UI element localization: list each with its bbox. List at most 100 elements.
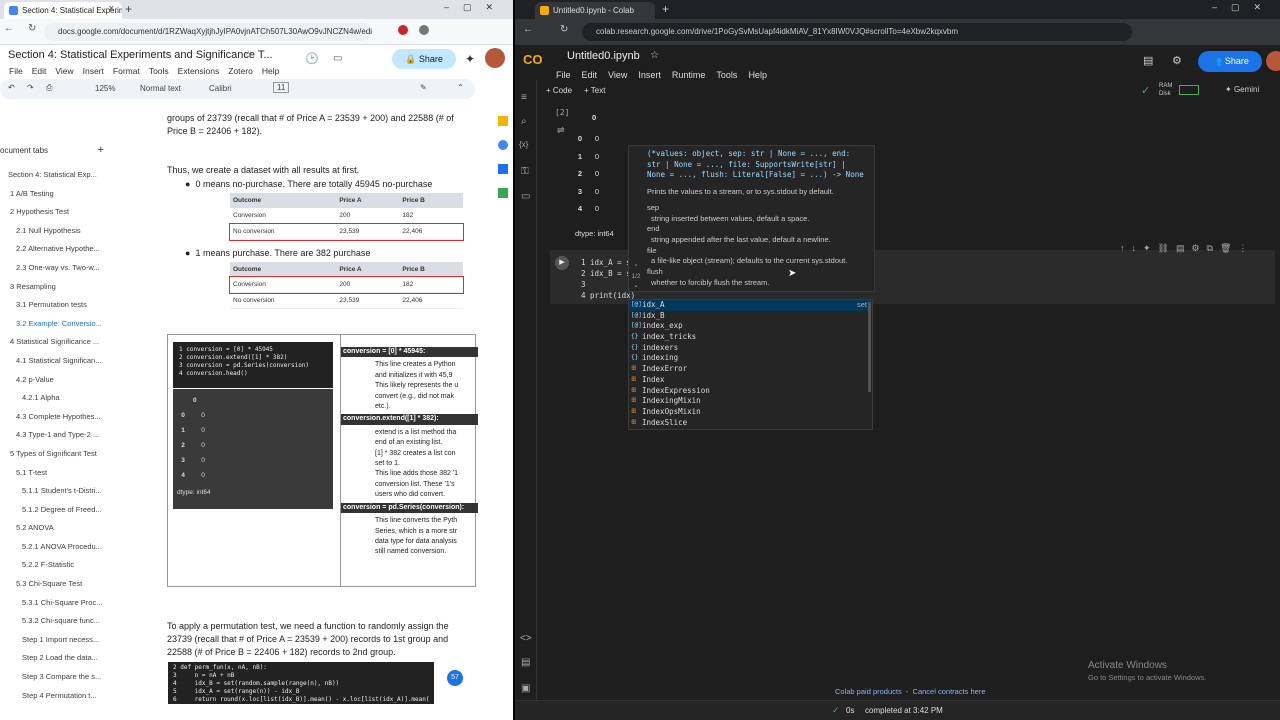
menu-edit[interactable]: Edit — [582, 70, 598, 80]
outline-item[interactable]: Section 4: Statistical Exp... — [0, 166, 118, 185]
run-cell-button[interactable]: ▶ — [555, 256, 569, 270]
menu-file[interactable]: File — [556, 70, 571, 80]
autocomplete-item[interactable]: [@] idx_A set — [629, 300, 872, 311]
share-button[interactable]: 👥 Share — [1198, 51, 1262, 72]
variables-icon[interactable]: {x} — [519, 140, 528, 149]
outline-item[interactable]: 4 Statistical Significance ... — [0, 333, 118, 352]
font-select[interactable]: Calibri — [209, 84, 232, 93]
reload-icon[interactable]: ↻ — [560, 24, 568, 35]
autocomplete-item[interactable]: [@] index_exp — [629, 321, 872, 332]
autocomplete-item[interactable]: ꕥ Index — [629, 375, 872, 386]
redo-icon[interactable]: ↷ — [27, 83, 34, 92]
outline-item[interactable]: 4.3 Type-1 and Type-2 ... — [0, 426, 118, 445]
menu-insert[interactable]: Insert — [638, 70, 661, 80]
code-snippets-icon[interactable]: <> — [520, 633, 532, 644]
new-tab-button[interactable]: + — [125, 2, 132, 16]
zoom-select[interactable]: 125% — [95, 84, 115, 93]
avatar[interactable] — [485, 48, 505, 68]
menu-edit[interactable]: Edit — [32, 66, 47, 76]
print-icon[interactable]: ⎙ — [46, 83, 52, 93]
add-text-button[interactable]: + Text — [584, 86, 605, 95]
address-bar[interactable]: colab.research.google.com/drive/1PoGySvM… — [582, 23, 1132, 41]
outline-item[interactable]: 2.2 Alternative Hypothe... — [0, 240, 118, 259]
style-select[interactable]: Normal text — [140, 84, 181, 93]
outline-item[interactable]: 5.3.1 Chi-Square Proc... — [0, 594, 118, 613]
outline-item[interactable]: 5.2.1 ANOVA Procedu... — [0, 538, 118, 557]
history-icon[interactable]: 🕑 — [305, 52, 319, 65]
window-controls[interactable]: –▢✕ — [444, 2, 507, 13]
output-actions-icon[interactable]: ⇌ — [557, 125, 565, 136]
outline-item[interactable]: 5.1.1 Student's t-Distri... — [0, 482, 118, 501]
menu-view[interactable]: View — [55, 66, 73, 76]
outline-item[interactable]: 5.3.2 Chi-square func... — [0, 612, 118, 631]
menu-insert[interactable]: Insert — [83, 66, 104, 76]
outline-item[interactable]: 3 Resampling — [0, 278, 118, 297]
outline-item[interactable]: 5.2.2 F-Statistic — [0, 556, 118, 575]
menu-tools[interactable]: Tools — [716, 70, 737, 80]
maps-icon[interactable] — [498, 188, 508, 198]
back-icon[interactable]: ← — [4, 23, 14, 34]
contacts-icon[interactable] — [498, 164, 508, 174]
search-icon[interactable]: ⌕ — [521, 116, 527, 127]
terminal-icon[interactable]: ▣ — [521, 683, 530, 694]
extension-icons[interactable] — [378, 24, 508, 38]
autocomplete-item[interactable]: {} indexers — [629, 343, 872, 354]
outline-item[interactable]: 5.1.2 Degree of Freed... — [0, 501, 118, 520]
reload-icon[interactable]: ↻ — [28, 23, 36, 34]
keep-icon[interactable] — [498, 116, 508, 126]
gemini-icon[interactable]: ✦ — [465, 52, 475, 66]
footer-links[interactable]: Colab paid products - Cancel contracts h… — [835, 687, 986, 696]
autocomplete-item[interactable]: ꕥ IndexSlice — [629, 418, 872, 429]
colab-logo[interactable]: CO — [523, 52, 547, 70]
add-code-button[interactable]: + Code — [546, 86, 572, 95]
address-bar[interactable]: docs.google.com/document/d/1RZWaqXyjtjhJ… — [44, 23, 372, 41]
autocomplete-item[interactable]: ꕥ IndexError — [629, 364, 872, 375]
edit-mode-icon[interactable]: ✎ — [420, 83, 427, 92]
signature-pager[interactable]: ⌃ 1/2 ⌄ — [629, 263, 643, 290]
outline-item[interactable]: 3.1 Permutation tests — [0, 296, 118, 315]
share-button[interactable]: 🔒 Share — [392, 49, 456, 69]
star-icon[interactable]: ☆ — [650, 50, 659, 61]
autocomplete-item[interactable]: ꕥ IndexOpsMixin — [629, 407, 872, 418]
window-controls[interactable]: –▢✕ — [1212, 2, 1275, 13]
outline-item[interactable]: Step 2 Load the data... — [0, 649, 118, 668]
avatar[interactable] — [1266, 51, 1280, 71]
add-tab-icon[interactable]: + — [98, 144, 104, 156]
browser-tab-docs[interactable]: Section 4: Statistical Experimen — [4, 2, 122, 19]
autocomplete-item[interactable]: [@] idx_B — [629, 311, 872, 322]
autocomplete-list[interactable]: [@] idx_A set [@] idx_B [@] index_exp{} index_t… — [628, 299, 873, 430]
outline-item[interactable]: 3.2 Example: Conversio... — [0, 315, 118, 334]
files-icon[interactable]: ▭ — [521, 191, 530, 202]
outline-item[interactable]: Step 3 Compare the s... — [0, 668, 118, 687]
document-title[interactable]: Section 4: Statistical Experiments and S… — [8, 49, 273, 61]
comment-icon[interactable]: ▭ — [333, 53, 342, 64]
comment-icon[interactable]: ▤ — [1143, 54, 1153, 67]
outline-item[interactable]: Step 4 Permutation t... — [0, 687, 118, 706]
outline-item[interactable]: 5.3 Chi-Square Test — [0, 575, 118, 594]
browser-tab-colab[interactable]: Untitled0.ipynb - Colab — [535, 2, 655, 19]
resource-monitor[interactable]: RAM Disk — [1159, 82, 1172, 98]
autocomplete-item[interactable]: {} index_tricks — [629, 332, 872, 343]
back-icon[interactable]: ← — [523, 24, 533, 35]
notebook-title[interactable]: Untitled0.ipynb — [567, 50, 640, 62]
menu-view[interactable]: View — [608, 70, 627, 80]
notification-badge[interactable]: 57 — [447, 670, 463, 686]
command-palette-icon[interactable]: ▤ — [521, 657, 530, 668]
gemini-button[interactable]: ✦ Gemini — [1225, 85, 1259, 94]
outline-item[interactable]: 5.1 T-test — [0, 464, 118, 483]
profile-icon[interactable] — [419, 25, 430, 35]
settings-icon[interactable]: ⚙ — [1172, 54, 1182, 67]
new-tab-button[interactable]: + — [662, 2, 669, 16]
menu-zotero[interactable]: Zotero — [228, 66, 253, 76]
outline-item[interactable]: 4.2.1 Alpha — [0, 389, 118, 408]
tasks-icon[interactable] — [498, 140, 508, 150]
outline-item[interactable]: 4.3 Complete Hypothes... — [0, 408, 118, 427]
outline-item[interactable]: 1 A/B Testing — [0, 185, 118, 204]
star-icon[interactable]: ☆ — [244, 50, 253, 61]
menu-tools[interactable]: Tools — [149, 66, 169, 76]
menu-help[interactable]: Help — [748, 70, 767, 80]
undo-icon[interactable]: ↶ — [8, 83, 15, 92]
outline-item[interactable]: 4.1 Statistical Significan... — [0, 352, 118, 371]
menu-file[interactable]: File — [9, 66, 23, 76]
outline-item[interactable]: Step 1 Import necess... — [0, 631, 118, 650]
